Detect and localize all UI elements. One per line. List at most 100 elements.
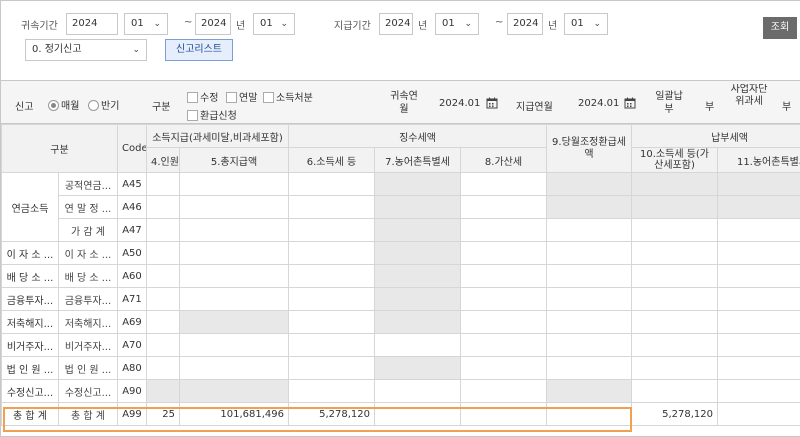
cell-col6[interactable] — [288, 333, 375, 357]
cell-col11[interactable] — [717, 333, 800, 357]
cell-col6[interactable] — [288, 379, 375, 403]
cell-col4[interactable] — [146, 195, 180, 219]
radio-unchecked-icon — [88, 100, 99, 111]
cell-col6[interactable] — [288, 264, 375, 288]
cell-col6[interactable] — [288, 356, 375, 380]
business-unit-label: 사업자단위과세 — [730, 84, 768, 107]
business-unit-value[interactable]: 부 — [782, 98, 791, 113]
gwisok-year-to-input[interactable]: 2024 — [195, 13, 231, 35]
calendar-icon[interactable] — [624, 97, 636, 109]
refund-checkbox[interactable]: 환급신청 — [187, 107, 237, 122]
cell-col11[interactable] — [717, 264, 800, 288]
cell-col9[interactable] — [546, 356, 633, 380]
cell-col7[interactable] — [374, 333, 461, 357]
cell-col9[interactable] — [546, 287, 633, 311]
jigeup-year-from-input[interactable]: 2024 — [379, 13, 413, 35]
cell-col6[interactable] — [288, 218, 375, 242]
cell-col7 — [374, 310, 461, 334]
jigeup-month-from-select[interactable]: 01 ⌄ — [435, 13, 479, 35]
cell-col10[interactable] — [631, 218, 719, 242]
search-button[interactable]: 조회 — [763, 17, 797, 39]
cell-col5[interactable] — [179, 333, 289, 357]
cell-col8[interactable] — [459, 333, 548, 357]
header-code: Code — [117, 124, 147, 173]
cell-col10[interactable] — [631, 287, 719, 311]
cell-col10[interactable] — [631, 241, 719, 265]
cell-col11[interactable] — [717, 310, 800, 334]
cell-col9[interactable] — [546, 218, 633, 242]
monthly-label: 매월 — [61, 101, 80, 112]
half-radio[interactable]: 반기 — [88, 97, 119, 112]
jigeup-ym-value[interactable]: 2024.01 — [578, 98, 619, 109]
cell-col8[interactable] — [459, 218, 548, 242]
monthly-radio[interactable]: 매월 — [48, 97, 79, 112]
cell-col9[interactable] — [546, 264, 633, 288]
cell-col8[interactable] — [459, 172, 548, 196]
cell-col8[interactable] — [459, 356, 548, 380]
cell-col9[interactable] — [546, 333, 633, 357]
cell-col8[interactable] — [459, 264, 548, 288]
table-row: 이 자 소 ... 이 자 소 ... A50 — [1, 241, 800, 265]
cell-col11[interactable] — [717, 379, 800, 403]
cell-col6[interactable] — [288, 287, 375, 311]
cell-col4[interactable] — [146, 356, 180, 380]
cell-col7[interactable] — [374, 379, 461, 403]
cell-col9[interactable] — [546, 241, 633, 265]
jigeup-year-to-input[interactable]: 2024 — [507, 13, 543, 35]
header-col8: 8.가산세 — [459, 147, 548, 173]
cell-col8[interactable] — [459, 287, 548, 311]
cell-col4[interactable] — [146, 172, 180, 196]
cell-col4[interactable] — [146, 310, 180, 334]
cell-col5[interactable] — [179, 195, 289, 219]
cell-col6[interactable] — [288, 310, 375, 334]
cell-col5[interactable] — [179, 287, 289, 311]
cell-col4[interactable] — [146, 218, 180, 242]
cell-col4[interactable] — [146, 333, 180, 357]
cell-col8[interactable] — [459, 310, 548, 334]
cell-col8[interactable] — [459, 241, 548, 265]
cell-col4[interactable] — [146, 264, 180, 288]
row-sub: 이 자 소 ... — [58, 241, 118, 265]
calendar-icon[interactable] — [486, 97, 498, 109]
cell-col6[interactable] — [288, 195, 375, 219]
cell-col9 — [546, 402, 633, 426]
row-code: A71 — [117, 287, 147, 311]
gwisok-ym-value[interactable]: 2024.01 — [439, 98, 480, 109]
gwisok-month-to-select[interactable]: 01 ⌄ — [253, 13, 295, 35]
cell-col11[interactable] — [717, 287, 800, 311]
cell-col4[interactable] — [146, 241, 180, 265]
cell-col4: 25 — [146, 402, 180, 426]
jigeup-month-to-select[interactable]: 01 ⌄ — [564, 13, 608, 35]
lump-pay-value[interactable]: 부 — [705, 98, 714, 113]
cell-col11[interactable] — [717, 218, 800, 242]
cell-col7 — [374, 195, 461, 219]
cell-col10[interactable] — [631, 379, 719, 403]
cell-col10[interactable] — [631, 333, 719, 357]
cell-col5[interactable] — [179, 264, 289, 288]
cell-col5[interactable] — [179, 356, 289, 380]
cell-col4[interactable] — [146, 287, 180, 311]
cell-col11[interactable] — [717, 356, 800, 380]
header-col11: 11.농어촌특별세 — [717, 147, 800, 173]
cell-col8[interactable] — [459, 379, 548, 403]
cell-col8[interactable] — [459, 195, 548, 219]
row-group: 비거주자... — [1, 333, 59, 357]
cell-col9[interactable] — [546, 310, 633, 334]
report-type-select[interactable]: 0. 정기신고 ⌄ — [25, 39, 147, 61]
yearend-checkbox[interactable]: 연말 — [226, 89, 257, 104]
select-value: 01 — [571, 18, 584, 29]
cell-col5[interactable] — [179, 241, 289, 265]
gwisok-year-from-input[interactable]: 2024 — [66, 13, 118, 35]
gwisok-month-from-select[interactable]: 01 ⌄ — [124, 13, 168, 35]
cell-col11[interactable] — [717, 241, 800, 265]
cell-col10[interactable] — [631, 356, 719, 380]
modify-checkbox[interactable]: 수정 — [187, 89, 218, 104]
cell-col6[interactable] — [288, 241, 375, 265]
cell-col5[interactable] — [179, 218, 289, 242]
cell-col6[interactable] — [288, 172, 375, 196]
report-list-button[interactable]: 신고리스트 — [165, 39, 233, 61]
cell-col5[interactable] — [179, 172, 289, 196]
cell-col10[interactable] — [631, 264, 719, 288]
cell-col10[interactable] — [631, 310, 719, 334]
income-disposal-checkbox[interactable]: 소득처분 — [263, 89, 313, 104]
